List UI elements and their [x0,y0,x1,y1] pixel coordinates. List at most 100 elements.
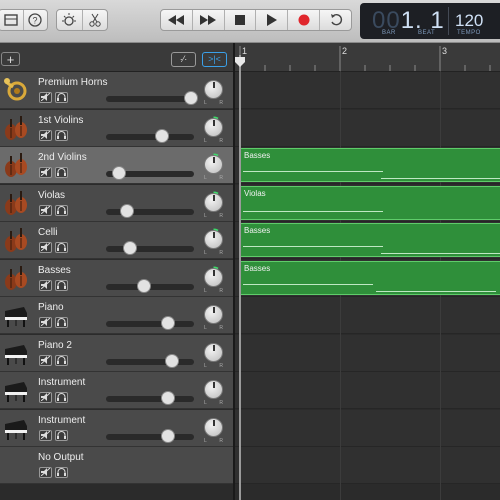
track-lane[interactable] [235,372,500,409]
volume-thumb[interactable] [184,91,199,105]
track-header[interactable]: 1st Violins L R [0,110,233,147]
ruler[interactable]: 1 2 3 [235,43,500,72]
midi-region[interactable]: Basses [240,223,500,257]
volume-thumb[interactable] [161,429,176,443]
volume-slider[interactable] [106,391,194,405]
pan-knob[interactable] [204,268,223,287]
volume-slider[interactable] [106,204,194,218]
volume-slider[interactable] [106,429,194,443]
track-header[interactable]: Violas L R [0,185,233,222]
mute-button[interactable] [39,92,52,103]
pan-knob[interactable] [204,118,223,137]
pan-knob[interactable] [204,80,223,99]
rewind-button[interactable] [161,10,193,30]
solo-button[interactable] [55,92,68,103]
add-track-button[interactable]: + [1,52,20,66]
track-header[interactable]: Piano 2 LR [0,335,233,372]
track-header[interactable]: Piano L R [0,297,233,334]
solo-button[interactable] [55,280,68,291]
rewind-icon [168,15,185,25]
lcd-display[interactable]: 001. 1 BAR BEAT 120 TEMPO [360,3,500,39]
solo-button[interactable] [55,130,68,141]
library-button[interactable] [0,10,24,30]
mute-button[interactable] [39,167,52,178]
track-header[interactable]: Celli L R [0,222,233,259]
catch-playhead-button[interactable]: >|< [202,52,227,67]
mute-button[interactable] [39,467,52,478]
pan-knob[interactable] [204,305,223,324]
volume-slider[interactable] [106,129,194,143]
midi-region[interactable]: Violas [240,186,500,220]
pan-knob[interactable] [204,155,223,174]
mute-button[interactable] [39,130,52,141]
stop-button[interactable] [225,10,257,30]
track-lane[interactable] [235,297,500,334]
region-name: Violas [244,189,266,198]
track-lane[interactable] [235,72,500,109]
volume-slider[interactable] [106,166,194,180]
solo-button[interactable] [55,355,68,366]
track-header[interactable]: Instrument L R [0,372,233,409]
play-button[interactable] [256,10,289,30]
track-header[interactable]: Premium Horns L R [0,72,233,109]
playhead-handle[interactable] [235,57,245,67]
volume-thumb[interactable] [120,204,135,218]
record-button[interactable] [288,10,321,30]
solo-button[interactable] [55,430,68,441]
track-header[interactable]: 2nd Violins L R [0,147,233,184]
track-header[interactable]: Instrument L R [0,410,233,447]
track-name: Violas [38,190,66,201]
mute-button[interactable] [39,242,52,253]
track-header[interactable]: Basses L R [0,260,233,297]
pan-knob[interactable] [204,230,223,249]
track-header[interactable]: No Output [0,447,233,484]
volume-thumb[interactable] [165,354,179,368]
track-lane[interactable] [235,410,500,447]
mute-button[interactable] [39,392,52,403]
volume-thumb[interactable] [155,129,170,143]
volume-slider[interactable] [106,91,199,105]
volume-slider[interactable] [106,316,194,330]
volume-thumb[interactable] [161,316,176,330]
mute-button[interactable] [39,317,52,328]
mute-button[interactable] [39,280,52,291]
automation-button[interactable]: ·⁄· [171,52,196,67]
solo-button[interactable] [55,317,68,328]
pan-knob[interactable] [204,343,223,362]
mute-button[interactable] [39,430,52,441]
volume-thumb[interactable] [112,166,127,180]
mute-button[interactable] [39,355,52,366]
pan-knob[interactable] [204,418,223,437]
volume-slider[interactable] [106,354,194,368]
mute-button[interactable] [39,205,52,216]
solo-button[interactable] [55,242,68,253]
solo-button[interactable] [55,167,68,178]
track-lane[interactable] [235,335,500,372]
midi-region[interactable]: Basses [240,148,500,182]
control-bar: ? 001. 1 BAR BEAT 120 TEMPO [0,0,500,43]
track-name: Piano [38,302,64,313]
cycle-button[interactable] [320,10,351,30]
volume-thumb[interactable] [161,391,176,405]
mute-icon [40,167,51,177]
playhead[interactable] [239,55,241,500]
help-button[interactable]: ? [24,10,48,30]
pan-knob[interactable] [204,380,223,399]
fast-forward-button[interactable] [193,10,225,30]
solo-button[interactable] [55,467,68,478]
solo-button[interactable] [55,205,68,216]
solo-button[interactable] [55,392,68,403]
play-icon [266,14,277,26]
track-lane[interactable] [235,110,500,147]
track-header-row [0,43,233,72]
track-lane[interactable] [235,447,500,484]
stop-icon [235,15,246,25]
volume-thumb[interactable] [122,241,137,255]
midi-region[interactable]: Basses [240,261,500,295]
volume-slider[interactable] [106,241,194,255]
editors-button[interactable] [83,10,108,30]
volume-slider[interactable] [106,279,194,293]
volume-thumb[interactable] [136,279,151,293]
pan-knob[interactable] [204,193,223,212]
smart-controls-button[interactable] [57,10,83,30]
